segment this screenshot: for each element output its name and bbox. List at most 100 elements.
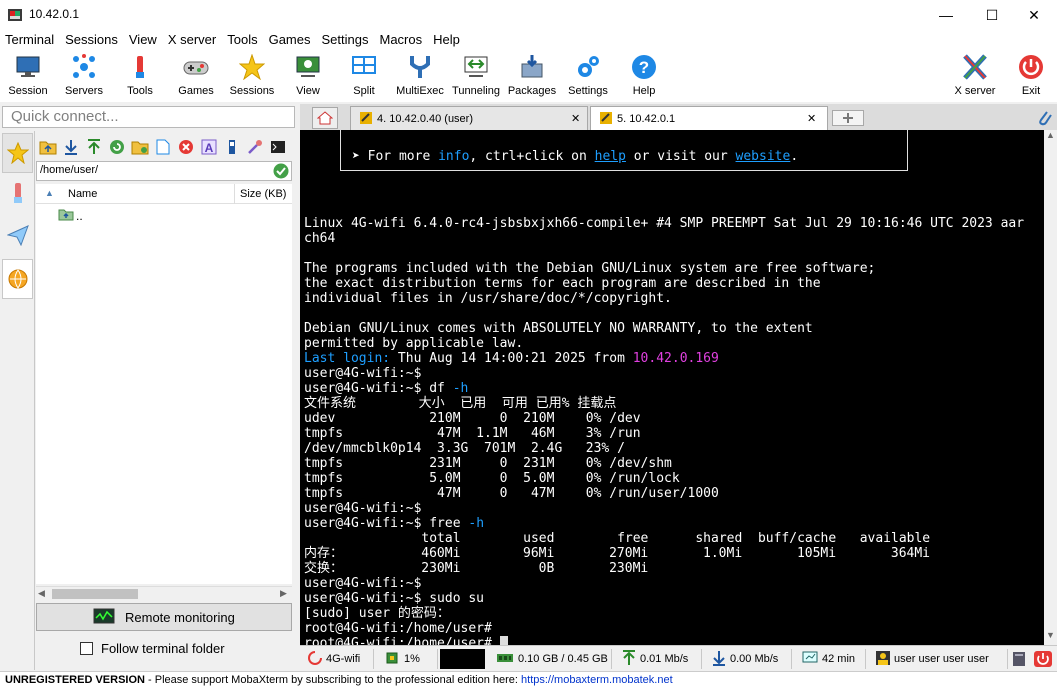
menu-help[interactable]: Help <box>428 30 466 50</box>
status-uptime: 42 min <box>796 649 866 669</box>
home-tab[interactable] <box>312 107 338 129</box>
path-ok-checkmark-icon[interactable] <box>273 163 289 182</box>
quick-connect-input[interactable]: Quick connect... <box>2 106 295 128</box>
sort-arrow-up-icon[interactable]: ▲ <box>45 188 54 198</box>
rename-icon[interactable]: A <box>199 137 218 156</box>
minimize-button[interactable]: — <box>923 0 969 30</box>
maximize-button[interactable]: ☐ <box>969 0 1015 30</box>
refresh-icon[interactable] <box>107 137 126 156</box>
list-item[interactable]: .. <box>58 207 83 224</box>
tab-session-4[interactable]: 4. 10.42.0.40 (user) ✕ <box>350 106 588 130</box>
games-button[interactable]: Games <box>168 50 224 100</box>
left-side-strip <box>0 131 35 670</box>
delete-icon[interactable] <box>176 137 195 156</box>
power-icon <box>1017 53 1045 81</box>
attachment-icon[interactable] <box>1036 108 1052 129</box>
tunnel-icon <box>462 53 490 81</box>
website-link[interactable]: website <box>736 149 791 164</box>
sftp-panel: A /home/user/ ▲ Name Size (KB) .. ◀ ▶ Re… <box>36 131 296 670</box>
scroll-right-arrow-icon[interactable]: ▶ <box>280 588 287 599</box>
tunneling-button[interactable]: Tunneling <box>448 50 504 100</box>
sftp-toolbar: A <box>38 137 287 157</box>
column-name[interactable]: Name <box>68 188 97 200</box>
packages-button[interactable]: Packages <box>504 50 560 100</box>
servers-network-icon <box>70 53 98 81</box>
terminal-output[interactable]: ➤ For more info, ctrl+click on help or v… <box>300 130 1044 645</box>
sftp-path-input[interactable]: /home/user/ <box>36 161 292 181</box>
split-button[interactable]: Split <box>336 50 392 100</box>
menu-settings[interactable]: Settings <box>317 30 375 50</box>
help-button[interactable]: ? Help <box>616 50 672 100</box>
help-question-icon: ? <box>630 53 658 81</box>
permissions-icon[interactable] <box>222 137 241 156</box>
menu-x-server[interactable]: X server <box>163 30 222 50</box>
tool-settings-icon[interactable] <box>245 137 264 156</box>
tools-side-icon[interactable] <box>2 173 33 213</box>
new-folder-icon[interactable] <box>130 137 149 156</box>
scroll-down-arrow-icon[interactable]: ▼ <box>1046 630 1055 640</box>
close-window-button[interactable]: ✕ <box>1011 0 1057 30</box>
menu-terminal[interactable]: Terminal <box>0 30 60 50</box>
unregistered-label: UNREGISTERED VERSION <box>5 674 145 686</box>
status-host: 4G-wifi <box>302 649 374 669</box>
menu-sessions[interactable]: Sessions <box>60 30 124 50</box>
file-list: .. <box>36 204 292 584</box>
scroll-up-arrow-icon[interactable]: ▲ <box>1046 130 1055 140</box>
terminal-tab-icon <box>600 112 612 127</box>
session-tab-strip: 4. 10.42.0.40 (user) ✕ 5. 10.42.0.1 ✕ <box>300 104 1057 130</box>
menu-tools[interactable]: Tools <box>222 30 263 50</box>
upload-arrow-icon <box>622 649 636 669</box>
send-paper-plane-icon[interactable] <box>2 215 33 255</box>
new-file-icon[interactable] <box>153 137 172 156</box>
help-link[interactable]: help <box>595 149 626 164</box>
cpu-chip-icon <box>384 650 400 669</box>
servers-button[interactable]: Servers <box>56 50 112 100</box>
mobaxterm-website-link[interactable]: https://mobaxterm.mobatek.net <box>521 674 673 686</box>
scroll-left-arrow-icon[interactable]: ◀ <box>38 588 45 599</box>
status-upload: 0.01 Mb/s <box>616 649 702 669</box>
monitor-icon <box>14 53 42 81</box>
upload-icon[interactable] <box>84 137 103 156</box>
checkbox-box[interactable] <box>80 642 93 655</box>
favorites-star-icon[interactable] <box>2 133 33 173</box>
menu-macros[interactable]: Macros <box>374 30 428 50</box>
close-tab-5-button[interactable]: ✕ <box>807 112 816 125</box>
status-disk: 0.10 GB / 0.45 GB <box>490 649 612 669</box>
download-icon[interactable] <box>61 137 80 156</box>
remote-monitoring-button[interactable]: Remote monitoring <box>36 603 292 631</box>
session-button[interactable]: Session <box>0 50 56 100</box>
scrollbar-thumb[interactable] <box>52 589 138 599</box>
new-tab-button[interactable] <box>832 110 864 126</box>
horizontal-scrollbar[interactable]: ◀ ▶ <box>36 586 292 601</box>
terminal-vertical-scrollbar[interactable]: ▲ ▼ <box>1044 130 1057 645</box>
status-power-icon[interactable] <box>1034 651 1052 670</box>
exit-button[interactable]: Exit <box>1003 50 1057 100</box>
gamepad-icon <box>182 53 210 81</box>
menu-games[interactable]: Games <box>264 30 317 50</box>
sftp-globe-icon[interactable] <box>2 259 33 299</box>
sessions-button[interactable]: Sessions <box>224 50 280 100</box>
close-tab-4-button[interactable]: ✕ <box>571 112 580 125</box>
view-button[interactable]: View <box>280 50 336 100</box>
status-download: 0.00 Mb/s <box>706 649 792 669</box>
terminal-icon[interactable] <box>268 137 287 156</box>
parent-folder-icon[interactable] <box>38 137 57 156</box>
settings-button[interactable]: Settings <box>560 50 616 100</box>
split-screen-icon <box>350 53 378 81</box>
star-icon <box>238 53 266 81</box>
follow-terminal-folder-checkbox[interactable]: Follow terminal folder <box>80 641 225 656</box>
status-cpu: 1% <box>378 649 438 669</box>
x-server-button[interactable]: X server <box>947 50 1003 100</box>
view-monitor-icon <box>294 53 322 81</box>
status-server-icon <box>1012 651 1026 670</box>
terminal-lines: Linux 4G-wifi 6.4.0-rc4-jsbsbxjxh66-comp… <box>304 201 1024 645</box>
column-size[interactable]: Size (KB) <box>240 188 286 200</box>
tools-button[interactable]: Tools <box>112 50 168 100</box>
terminal-tab-icon <box>360 112 372 127</box>
menu-view[interactable]: View <box>124 30 163 50</box>
plus-icon <box>843 113 853 123</box>
multiexec-button[interactable]: MultiExec <box>392 50 448 100</box>
mobaxterm-app-icon <box>7 7 23 23</box>
user-avatar-icon <box>876 650 890 668</box>
tab-session-5[interactable]: 5. 10.42.0.1 ✕ <box>590 106 828 130</box>
